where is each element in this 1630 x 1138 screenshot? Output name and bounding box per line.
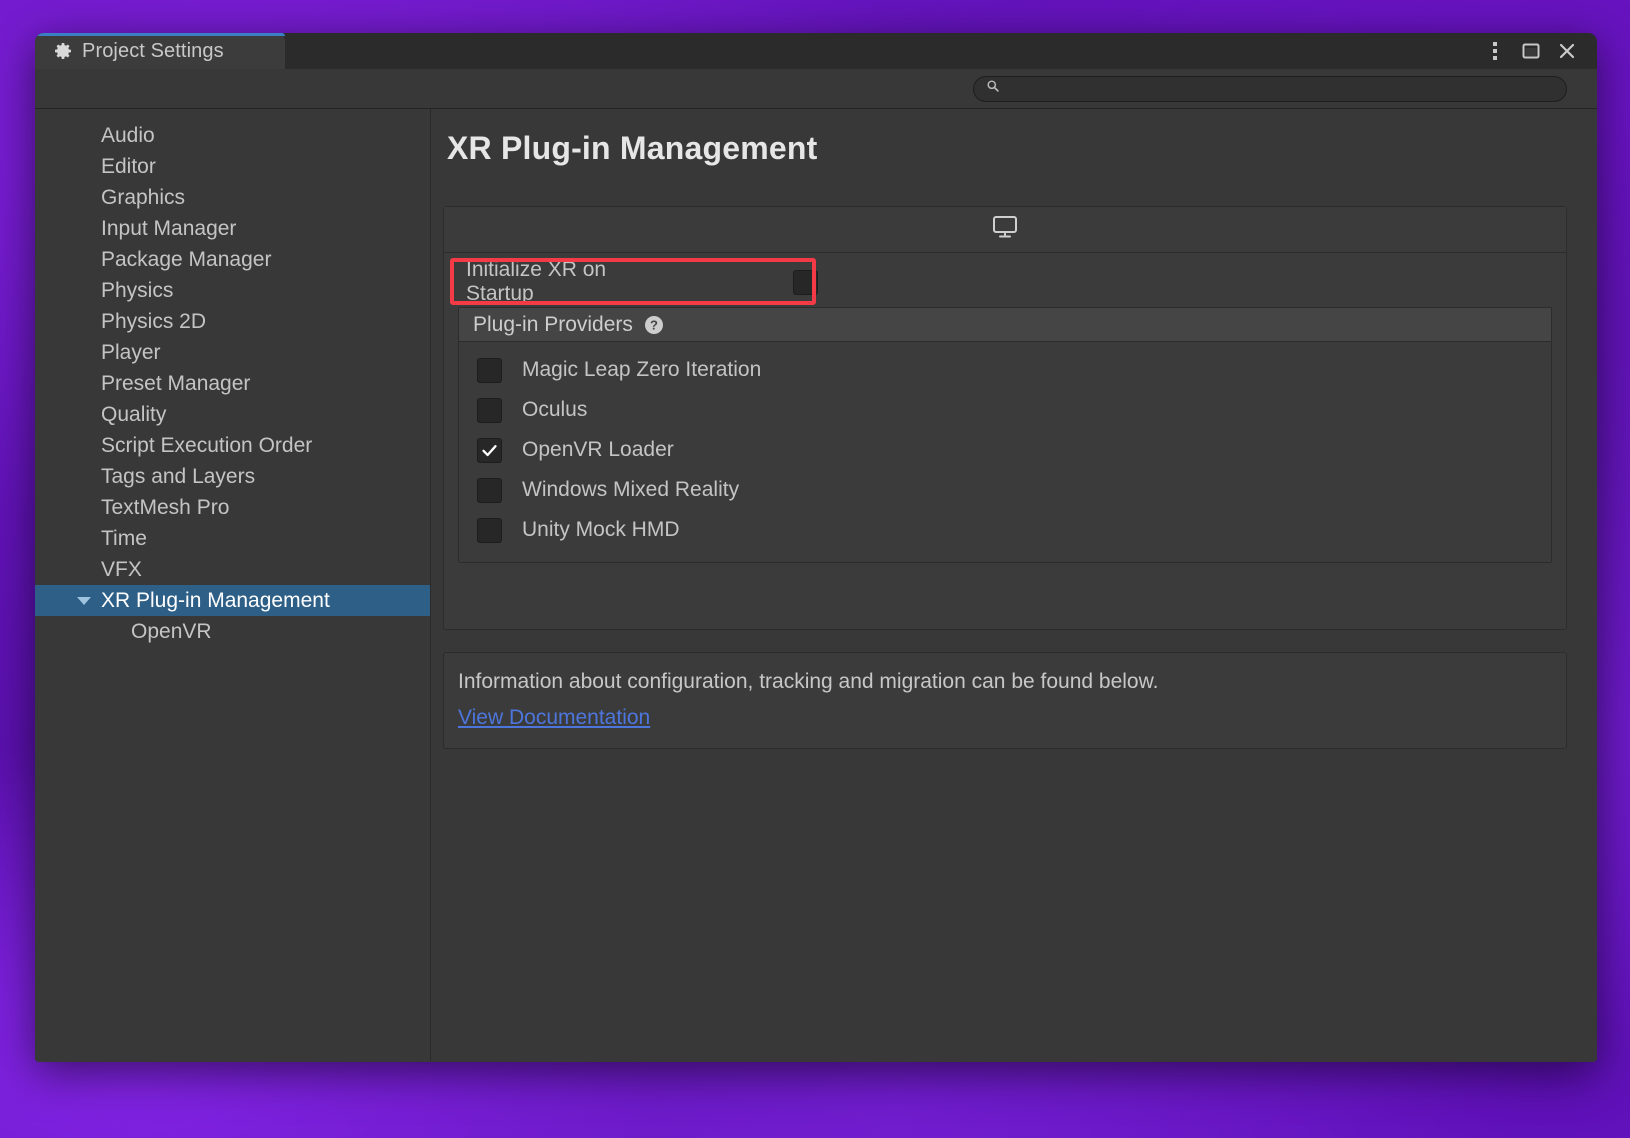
sidebar-item-label: Quality bbox=[101, 402, 167, 426]
sidebar-item-label: Script Execution Order bbox=[101, 433, 313, 457]
provider-checkbox[interactable] bbox=[477, 437, 502, 463]
svg-text:?: ? bbox=[650, 317, 658, 332]
initialize-xr-row-wrapper: Initialize XR on Startup bbox=[450, 258, 818, 305]
plugin-providers-section: Plug-in Providers ? Magic Leap Zero Iter… bbox=[458, 307, 1552, 563]
panel-bottom-spacer bbox=[458, 563, 1552, 607]
settings-toolbar bbox=[35, 69, 1597, 109]
initialize-xr-label: Initialize XR on Startup bbox=[466, 258, 607, 305]
page-title: XR Plug-in Management bbox=[447, 130, 818, 166]
view-documentation-link[interactable]: View Documentation bbox=[458, 706, 650, 730]
provider-label: Windows Mixed Reality bbox=[522, 478, 740, 501]
sidebar-item-label: XR Plug-in Management bbox=[101, 588, 330, 612]
help-icon[interactable]: ? bbox=[643, 314, 665, 336]
settings-main-pane: XR Plug-in Management Initialize XR on S… bbox=[431, 109, 1597, 1061]
xr-settings-panel: Initialize XR on Startup Plug-in Provide… bbox=[443, 206, 1567, 630]
sidebar-item-xr-plug-in-management[interactable]: XR Plug-in Management bbox=[35, 585, 430, 616]
window-titlebar: Project Settings bbox=[35, 33, 1597, 69]
provider-label: OpenVR Loader bbox=[522, 438, 674, 461]
plugin-providers-title: Plug-in Providers bbox=[473, 312, 633, 336]
provider-checkbox[interactable] bbox=[477, 477, 502, 503]
tab-label: Project Settings bbox=[82, 39, 224, 62]
monitor-icon bbox=[991, 214, 1019, 245]
sidebar-item-label: Graphics bbox=[101, 185, 186, 209]
settings-body: Audio Editor Graphics Input Manager Package … bbox=[35, 109, 1597, 1061]
plugin-providers-list: Magic Leap Zero Iteration Oculus OpenVR Lo… bbox=[459, 342, 1551, 562]
titlebar-spacer bbox=[285, 33, 1479, 69]
sidebar-item-preset-manager[interactable]: Preset Manager bbox=[35, 368, 430, 399]
settings-sidebar: Audio Editor Graphics Input Manager Package … bbox=[35, 109, 431, 1061]
provider-row[interactable]: Unity Mock HMD bbox=[459, 510, 1551, 550]
sidebar-item-openvr[interactable]: OpenVR bbox=[35, 616, 430, 647]
sidebar-item-label: Editor bbox=[101, 154, 156, 178]
checkmark-icon bbox=[482, 444, 497, 456]
provider-row[interactable]: Magic Leap Zero Iteration bbox=[459, 350, 1551, 390]
sidebar-item-physics-2d[interactable]: Physics 2D bbox=[35, 306, 430, 337]
sidebar-item-label: VFX bbox=[101, 557, 142, 581]
tab-project-settings[interactable]: Project Settings bbox=[35, 33, 285, 69]
sidebar-item-graphics[interactable]: Graphics bbox=[35, 182, 430, 213]
sidebar-item-label: OpenVR bbox=[131, 619, 212, 643]
sidebar-item-player[interactable]: Player bbox=[35, 337, 430, 368]
sidebar-item-label: TextMesh Pro bbox=[101, 495, 230, 519]
initialize-xr-checkbox[interactable] bbox=[793, 269, 818, 295]
sidebar-item-script-execution-order[interactable]: Script Execution Order bbox=[35, 430, 430, 461]
search-box[interactable] bbox=[973, 75, 1567, 102]
desktop-platform-tab[interactable] bbox=[974, 210, 1036, 250]
sidebar-item-package-manager[interactable]: Package Manager bbox=[35, 244, 430, 275]
sidebar-item-label: Time bbox=[101, 526, 147, 550]
sidebar-item-vfx[interactable]: VFX bbox=[35, 554, 430, 585]
provider-checkbox[interactable] bbox=[477, 357, 502, 383]
kebab-dots bbox=[1493, 42, 1497, 60]
provider-checkbox[interactable] bbox=[477, 517, 502, 543]
sidebar-item-label: Package Manager bbox=[101, 247, 272, 271]
maximize-icon[interactable] bbox=[1515, 35, 1547, 67]
sidebar-item-label: Audio bbox=[101, 123, 155, 147]
sidebar-item-label: Input Manager bbox=[101, 216, 237, 240]
provider-label: Magic Leap Zero Iteration bbox=[522, 358, 762, 381]
provider-row[interactable]: OpenVR Loader bbox=[459, 430, 1551, 470]
sidebar-item-quality[interactable]: Quality bbox=[35, 399, 430, 430]
xr-info-text: Information about configuration, trackin… bbox=[458, 670, 1159, 693]
kebab-menu-icon[interactable] bbox=[1479, 35, 1511, 67]
provider-checkbox[interactable] bbox=[477, 397, 502, 423]
sidebar-item-editor[interactable]: Editor bbox=[35, 151, 430, 182]
provider-row[interactable]: Oculus bbox=[459, 390, 1551, 430]
sidebar-item-label: Physics bbox=[101, 278, 174, 302]
project-settings-window: Project Settings Audio Editor Graphics I… bbox=[35, 33, 1597, 1062]
sidebar-item-label: Player bbox=[101, 340, 161, 364]
xr-panel-inner: Initialize XR on Startup Plug-in Provide… bbox=[444, 253, 1566, 629]
sidebar-item-tags-and-layers[interactable]: Tags and Layers bbox=[35, 461, 430, 492]
xr-info-box: Information about configuration, trackin… bbox=[443, 652, 1567, 749]
sidebar-item-input-manager[interactable]: Input Manager bbox=[35, 213, 430, 244]
provider-row[interactable]: Windows Mixed Reality bbox=[459, 470, 1551, 510]
sidebar-item-label: Tags and Layers bbox=[101, 464, 256, 488]
search-icon bbox=[986, 79, 1000, 98]
sidebar-item-label: Preset Manager bbox=[101, 371, 251, 395]
platform-tab-bar bbox=[444, 207, 1566, 253]
provider-label: Oculus bbox=[522, 398, 588, 421]
provider-label: Unity Mock HMD bbox=[522, 518, 680, 541]
sidebar-item-label: Physics 2D bbox=[101, 309, 207, 333]
chevron-down-icon[interactable] bbox=[77, 596, 91, 605]
search-input[interactable] bbox=[1008, 80, 1554, 97]
sidebar-item-time[interactable]: Time bbox=[35, 523, 430, 554]
close-icon[interactable] bbox=[1551, 35, 1583, 67]
sidebar-item-textmesh-pro[interactable]: TextMesh Pro bbox=[35, 492, 430, 523]
window-controls bbox=[1479, 33, 1597, 69]
gear-icon bbox=[53, 41, 73, 61]
sidebar-item-audio[interactable]: Audio bbox=[35, 120, 430, 151]
plugin-providers-header: Plug-in Providers ? bbox=[459, 308, 1551, 342]
sidebar-item-physics[interactable]: Physics bbox=[35, 275, 430, 306]
initialize-xr-row[interactable]: Initialize XR on Startup bbox=[458, 258, 818, 305]
